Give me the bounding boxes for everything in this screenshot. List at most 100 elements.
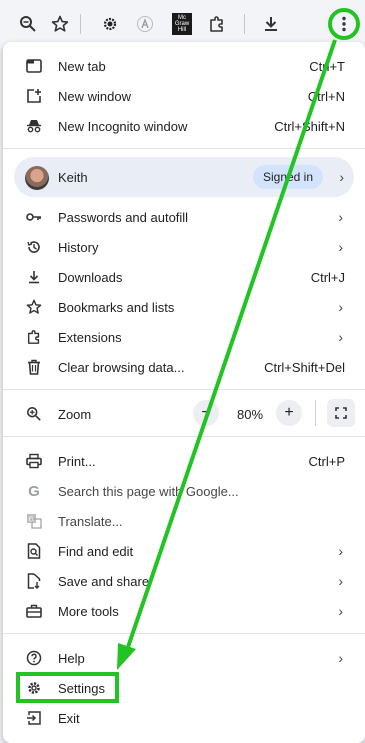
menu-item-settings[interactable]: Settings — [3, 673, 365, 703]
incognito-icon — [25, 117, 43, 135]
extension-script-icon[interactable] — [131, 10, 159, 38]
avatar — [25, 166, 49, 190]
zoom-level: 80% — [237, 406, 264, 422]
profile-name: Keith — [58, 170, 88, 185]
menu-item-passwords-and-autofill[interactable]: Passwords and autofill › — [3, 202, 365, 232]
toolbox-icon — [25, 602, 43, 620]
fullscreen-button[interactable] — [327, 399, 355, 427]
exit-icon — [25, 709, 43, 727]
menu-item-label: Downloads — [58, 269, 123, 285]
menu-item-downloads[interactable]: Downloads Ctrl+J — [3, 262, 365, 292]
chevron-right-icon: › — [338, 299, 343, 315]
extensions-puzzle-icon[interactable] — [203, 10, 231, 38]
star-icon — [25, 298, 43, 316]
download-icon — [25, 268, 43, 286]
menu-item-label: Settings — [58, 680, 105, 696]
menu-item-new-incognito-window[interactable]: New Incognito window Ctrl+Shift+N — [3, 111, 365, 141]
menu-divider — [3, 633, 365, 634]
chrome-main-menu: New tab Ctrl+T New window Ctrl+N New Inc… — [3, 42, 365, 743]
chevron-right-icon: › — [338, 573, 343, 589]
zoom-icon[interactable] — [14, 10, 42, 38]
chevron-right-icon: › — [338, 329, 343, 345]
chevron-right-icon: › — [339, 169, 344, 185]
new-window-icon — [25, 87, 43, 105]
menu-item-translate[interactable]: G Translate... — [3, 506, 365, 536]
menu-item-label: New Incognito window — [58, 118, 188, 134]
profile-row[interactable]: Keith Signed in › — [14, 157, 354, 197]
fullscreen-icon — [335, 407, 347, 419]
help-icon — [25, 649, 43, 667]
menu-item-label: Bookmarks and lists — [58, 299, 175, 315]
save-share-icon — [25, 572, 43, 590]
menu-item-label: Extensions — [58, 329, 122, 345]
printer-icon — [25, 452, 43, 470]
bookmark-star-icon[interactable] — [46, 10, 74, 38]
menu-divider — [3, 436, 365, 437]
menu-item-save-and-share[interactable]: Save and share › — [3, 566, 365, 596]
menu-divider — [3, 389, 365, 390]
extension-sun-icon[interactable] — [96, 10, 124, 38]
signed-in-badge: Signed in — [253, 165, 323, 189]
shortcut-text: Ctrl+Shift+N — [274, 118, 345, 134]
menu-item-label: Exit — [58, 710, 80, 726]
menu-item-find-and-edit[interactable]: Find and edit › — [3, 536, 365, 566]
shortcut-text: Ctrl+N — [307, 88, 345, 104]
menu-item-label: History — [58, 239, 99, 255]
menu-item-new-window[interactable]: New window Ctrl+N — [3, 81, 365, 111]
menu-item-extensions[interactable]: Extensions › — [3, 322, 365, 352]
menu-item-new-tab[interactable]: New tab Ctrl+T — [3, 51, 365, 81]
menu-item-label: Translate... — [58, 513, 123, 529]
menu-item-zoom: Zoom 80% — [3, 399, 365, 429]
menu-item-label: New window — [58, 88, 131, 104]
zoom-icon — [25, 405, 43, 423]
history-icon — [25, 238, 43, 256]
more-menu-icon[interactable] — [330, 10, 358, 38]
menu-item-help[interactable]: Help › — [3, 643, 365, 673]
zoom-in-button[interactable]: + — [276, 400, 302, 426]
chevron-right-icon: › — [338, 543, 343, 559]
chevron-right-icon: › — [338, 209, 343, 225]
gear-icon — [25, 679, 43, 697]
menu-item-label: Clear browsing data... — [58, 359, 185, 375]
menu-item-label: Passwords and autofill — [58, 209, 189, 225]
extensions-puzzle-icon — [25, 328, 43, 346]
menu-item-label: More tools — [58, 603, 119, 619]
chevron-right-icon: › — [338, 603, 343, 619]
menu-item-label: New tab — [58, 58, 106, 74]
zoom-divider — [315, 400, 316, 426]
mcgraw-hill-text: Mc Graw Hill — [172, 13, 192, 35]
menu-item-label: Search this page with Google... — [58, 483, 239, 499]
trash-icon — [25, 358, 43, 376]
chevron-right-icon: › — [338, 239, 343, 255]
new-tab-icon — [25, 57, 43, 75]
find-document-icon — [25, 542, 43, 560]
toolbar-divider — [244, 14, 245, 34]
svg-text:G: G — [29, 516, 34, 524]
shortcut-text: Ctrl+J — [310, 269, 345, 285]
shortcut-text: Ctrl+P — [308, 453, 345, 469]
toolbar-divider — [80, 14, 81, 34]
menu-item-bookmarks-and-lists[interactable]: Bookmarks and lists › — [3, 292, 365, 322]
menu-item-label: Save and share — [58, 573, 150, 589]
menu-item-search-this-page[interactable]: G Search this page with Google... — [3, 476, 365, 506]
chevron-right-icon: › — [338, 650, 343, 666]
menu-item-label: Print... — [58, 453, 96, 469]
menu-item-exit[interactable]: Exit — [3, 703, 365, 733]
menu-item-print[interactable]: Print... Ctrl+P — [3, 446, 365, 476]
browser-toolbar: Mc Graw Hill — [0, 0, 365, 48]
menu-item-more-tools[interactable]: More tools › — [3, 596, 365, 626]
zoom-out-button[interactable]: − — [193, 400, 219, 426]
menu-item-label: Help — [58, 650, 85, 666]
download-icon[interactable] — [257, 10, 285, 38]
mcgraw-hill-extension-icon[interactable]: Mc Graw Hill — [168, 10, 196, 38]
menu-item-clear-browsing-data[interactable]: Clear browsing data... Ctrl+Shift+Del — [3, 352, 365, 382]
shortcut-text: Ctrl+T — [309, 58, 345, 74]
key-icon — [25, 208, 43, 226]
translate-icon: G — [25, 512, 43, 530]
google-g-icon: G — [28, 482, 40, 500]
shortcut-text: Ctrl+Shift+Del — [264, 359, 345, 375]
menu-item-label: Find and edit — [58, 543, 134, 559]
menu-item-history[interactable]: History › — [3, 232, 365, 262]
menu-divider — [3, 148, 365, 149]
menu-item-label: Zoom — [58, 406, 92, 422]
